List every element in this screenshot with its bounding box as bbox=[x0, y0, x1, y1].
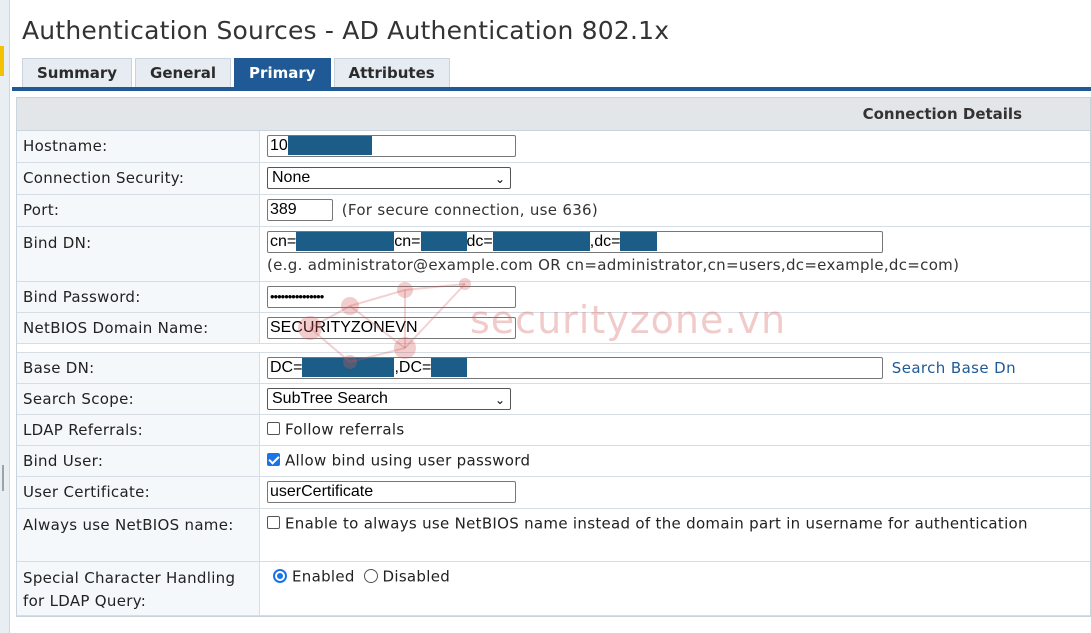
redaction-mask bbox=[296, 231, 395, 251]
row-netbios-domain: NetBIOS Domain Name: SECURITYZONEVN bbox=[17, 312, 1090, 344]
hostname-value: 10 bbox=[270, 137, 288, 155]
redaction-mask bbox=[492, 231, 590, 251]
enabled-label[interactable]: Enabled bbox=[292, 567, 355, 585]
base-dn-part: DC= bbox=[270, 358, 303, 376]
section-spacer bbox=[17, 343, 1090, 353]
disabled-label[interactable]: Disabled bbox=[383, 567, 451, 585]
chevron-down-icon: ⌄ bbox=[494, 172, 505, 186]
bind-password-label: Bind Password: bbox=[17, 281, 260, 313]
row-always-netbios: Always use NetBIOS name: Enable to alway… bbox=[17, 508, 1090, 562]
search-base-dn-link[interactable]: Search Base Dn bbox=[892, 359, 1016, 377]
tab-summary[interactable]: Summary bbox=[22, 58, 133, 87]
port-value: 389 bbox=[270, 201, 297, 218]
bind-dn-part: cn= bbox=[394, 232, 421, 250]
connection-security-label: Connection Security: bbox=[17, 162, 260, 195]
section-header: Connection Details bbox=[17, 98, 1090, 131]
chevron-down-icon: ⌄ bbox=[494, 392, 505, 407]
allow-bind-checkbox[interactable] bbox=[267, 453, 280, 467]
port-label: Port: bbox=[17, 194, 260, 227]
row-special-char: Special Character Handling for LDAP Quer… bbox=[17, 561, 1090, 616]
bind-dn-part: cn= bbox=[270, 232, 297, 250]
row-ldap-referrals: LDAP Referrals: Follow referrals bbox=[17, 414, 1090, 446]
redaction-mask bbox=[431, 357, 468, 377]
bind-dn-hint: (e.g. administrator@example.com OR cn=ad… bbox=[267, 255, 960, 274]
user-certificate-label: User Certificate: bbox=[17, 476, 260, 509]
follow-referrals-label[interactable]: Follow referrals bbox=[285, 421, 404, 439]
bind-dn-part: dc= bbox=[466, 232, 493, 250]
tab-attributes[interactable]: Attributes bbox=[333, 58, 450, 87]
base-dn-part: ,DC= bbox=[394, 358, 432, 376]
tab-primary[interactable]: Primary bbox=[234, 58, 331, 87]
user-certificate-input[interactable]: userCertificate bbox=[267, 481, 516, 503]
tab-general[interactable]: General bbox=[135, 58, 232, 87]
redaction-mask bbox=[620, 231, 658, 251]
redaction-mask bbox=[420, 231, 467, 251]
allow-bind-label[interactable]: Allow bind using user password bbox=[285, 452, 530, 470]
bind-user-label: Bind User: bbox=[17, 445, 260, 477]
follow-referrals-checkbox[interactable] bbox=[267, 422, 280, 436]
base-dn-label: Base DN: bbox=[17, 352, 260, 384]
redaction-mask bbox=[302, 357, 395, 377]
port-hint: (For secure connection, use 636) bbox=[341, 200, 599, 219]
connection-details-panel: Connection Details Hostname: 10 Connecti… bbox=[16, 97, 1091, 617]
tab-underline bbox=[12, 87, 1091, 91]
ldap-referrals-label: LDAP Referrals: bbox=[17, 414, 260, 446]
search-scope-value: SubTree Search bbox=[272, 389, 388, 407]
row-base-dn: Base DN: DC= ,DC= Search Base Dn bbox=[17, 352, 1090, 384]
bind-dn-part: ,dc= bbox=[589, 232, 621, 250]
connection-security-select[interactable]: None ⌄ bbox=[267, 167, 511, 189]
port-input[interactable]: 389 bbox=[267, 199, 333, 221]
row-bind-dn: Bind DN: cn= cn= dc= ,dc= (e.g. administrat… bbox=[17, 226, 1090, 282]
hostname-label: Hostname: bbox=[17, 131, 260, 163]
always-netbios-label: Always use NetBIOS name: bbox=[17, 508, 260, 562]
hostname-input[interactable]: 10 bbox=[267, 135, 516, 158]
enabled-radio[interactable] bbox=[273, 568, 287, 583]
connection-form: Hostname: 10 Connection Security: None ⌄ … bbox=[17, 131, 1090, 616]
row-user-certificate: User Certificate: userCertificate bbox=[17, 476, 1090, 509]
row-bind-user: Bind User: Allow bind using user passwor… bbox=[17, 445, 1090, 477]
netbios-domain-label: NetBIOS Domain Name: bbox=[17, 312, 260, 344]
redaction-mask bbox=[287, 136, 372, 156]
search-scope-select[interactable]: SubTree Search ⌄ bbox=[267, 387, 511, 410]
left-edge-strip bbox=[0, 0, 10, 633]
resize-grip[interactable] bbox=[2, 465, 4, 491]
netbios-domain-value: SECURITYZONEVN bbox=[270, 318, 418, 336]
row-search-scope: Search Scope: SubTree Search ⌄ bbox=[17, 383, 1090, 415]
bind-dn-input[interactable]: cn= cn= dc= ,dc= bbox=[267, 230, 883, 253]
special-char-label: Special Character Handling for LDAP Quer… bbox=[17, 561, 260, 616]
tab-bar: Summary General Primary Attributes bbox=[22, 58, 453, 88]
search-scope-label: Search Scope: bbox=[17, 383, 260, 415]
user-certificate-value: userCertificate bbox=[270, 483, 374, 500]
base-dn-input[interactable]: DC= ,DC= bbox=[267, 356, 883, 379]
netbios-domain-input[interactable]: SECURITYZONEVN bbox=[267, 316, 516, 339]
row-bind-password: Bind Password: ••••••••••••••• bbox=[17, 281, 1090, 313]
bind-password-value: ••••••••••••••• bbox=[270, 288, 324, 304]
page-title: Authentication Sources - AD Authenticati… bbox=[22, 16, 670, 45]
always-netbios-option-label[interactable]: Enable to always use NetBIOS name instea… bbox=[285, 514, 1028, 532]
always-netbios-checkbox[interactable] bbox=[267, 515, 280, 529]
row-port: Port: 389 (For secure connection, use 63… bbox=[17, 194, 1090, 227]
row-hostname: Hostname: 10 bbox=[17, 131, 1090, 163]
bind-password-input[interactable]: ••••••••••••••• bbox=[267, 285, 516, 308]
left-edge-accent bbox=[0, 46, 4, 76]
row-connection-security: Connection Security: None ⌄ bbox=[17, 162, 1090, 195]
bind-dn-label: Bind DN: bbox=[17, 226, 260, 282]
disabled-radio[interactable] bbox=[363, 568, 378, 583]
connection-security-value: None bbox=[272, 169, 311, 186]
